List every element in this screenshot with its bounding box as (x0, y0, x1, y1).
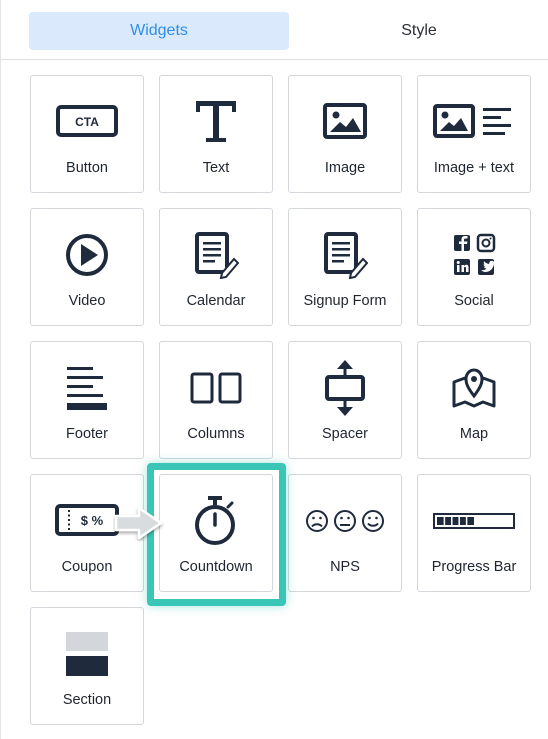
widget-footer[interactable]: Footer (30, 341, 144, 459)
widget-image[interactable]: Image (288, 75, 402, 193)
widget-section[interactable]: Section (30, 607, 144, 725)
widget-coupon[interactable]: $ % Coupon (30, 474, 144, 592)
map-icon (418, 356, 530, 420)
widget-map[interactable]: Map (417, 341, 531, 459)
image-text-icon (418, 90, 530, 154)
tab-bar: Widgets Style (1, 0, 548, 60)
signup-form-icon (289, 223, 401, 287)
widget-text-label: Text (202, 160, 230, 176)
social-icon (418, 223, 530, 287)
widget-image-text-label: Image + text (433, 160, 515, 176)
widget-text[interactable]: Text (159, 75, 273, 193)
tab-style-label: Style (401, 22, 437, 39)
image-icon (289, 90, 401, 154)
widget-social[interactable]: Social (417, 208, 531, 326)
progress-bar-icon (418, 489, 530, 553)
spacer-icon (289, 356, 401, 420)
widget-section-label: Section (62, 692, 112, 708)
coupon-icon-text: $ % (81, 513, 104, 528)
widget-columns-label: Columns (187, 426, 245, 442)
calendar-icon (160, 223, 272, 287)
widget-coupon-label: Coupon (61, 559, 113, 575)
widget-nps-label: NPS (330, 559, 360, 575)
nps-faces-icon (289, 489, 401, 553)
widget-signup-form-label: Signup Form (303, 293, 387, 309)
columns-icon (160, 356, 272, 420)
tab-style[interactable]: Style (289, 12, 548, 50)
widget-image-text[interactable]: Image + text (417, 75, 531, 193)
cta-icon-text: CTA (75, 115, 99, 129)
coupon-icon: $ % (31, 489, 143, 553)
widget-nps[interactable]: NPS (288, 474, 402, 592)
widget-map-label: Map (459, 426, 489, 442)
widget-calendar[interactable]: Calendar (159, 208, 273, 326)
tab-widgets-label: Widgets (130, 22, 188, 39)
widget-progress-bar[interactable]: Progress Bar (417, 474, 531, 592)
widget-countdown-label: Countdown (179, 559, 253, 575)
widget-spacer-label: Spacer (322, 426, 368, 442)
tab-widgets[interactable]: Widgets (29, 12, 289, 50)
widget-button[interactable]: CTA Button (30, 75, 144, 193)
stopwatch-icon (160, 489, 272, 553)
widget-social-label: Social (454, 293, 494, 309)
widget-video[interactable]: Video (30, 208, 144, 326)
play-icon (31, 223, 143, 287)
widget-signup-form[interactable]: Signup Form (288, 208, 402, 326)
widget-columns[interactable]: Columns (159, 341, 273, 459)
section-icon (31, 622, 143, 686)
widget-image-label: Image (324, 160, 366, 176)
footer-icon (31, 356, 143, 420)
widget-footer-label: Footer (66, 426, 108, 442)
widget-calendar-label: Calendar (186, 293, 246, 309)
text-icon (160, 90, 272, 154)
widget-countdown[interactable]: Countdown (159, 474, 273, 592)
widget-spacer[interactable]: Spacer (288, 341, 402, 459)
widget-video-label: Video (68, 293, 106, 309)
widget-button-label: Button (66, 160, 108, 176)
widget-panel: Widgets Style CTA Button Text Image Imag… (0, 0, 548, 739)
widget-progress-bar-label: Progress Bar (431, 559, 517, 575)
cta-icon: CTA (31, 90, 143, 154)
